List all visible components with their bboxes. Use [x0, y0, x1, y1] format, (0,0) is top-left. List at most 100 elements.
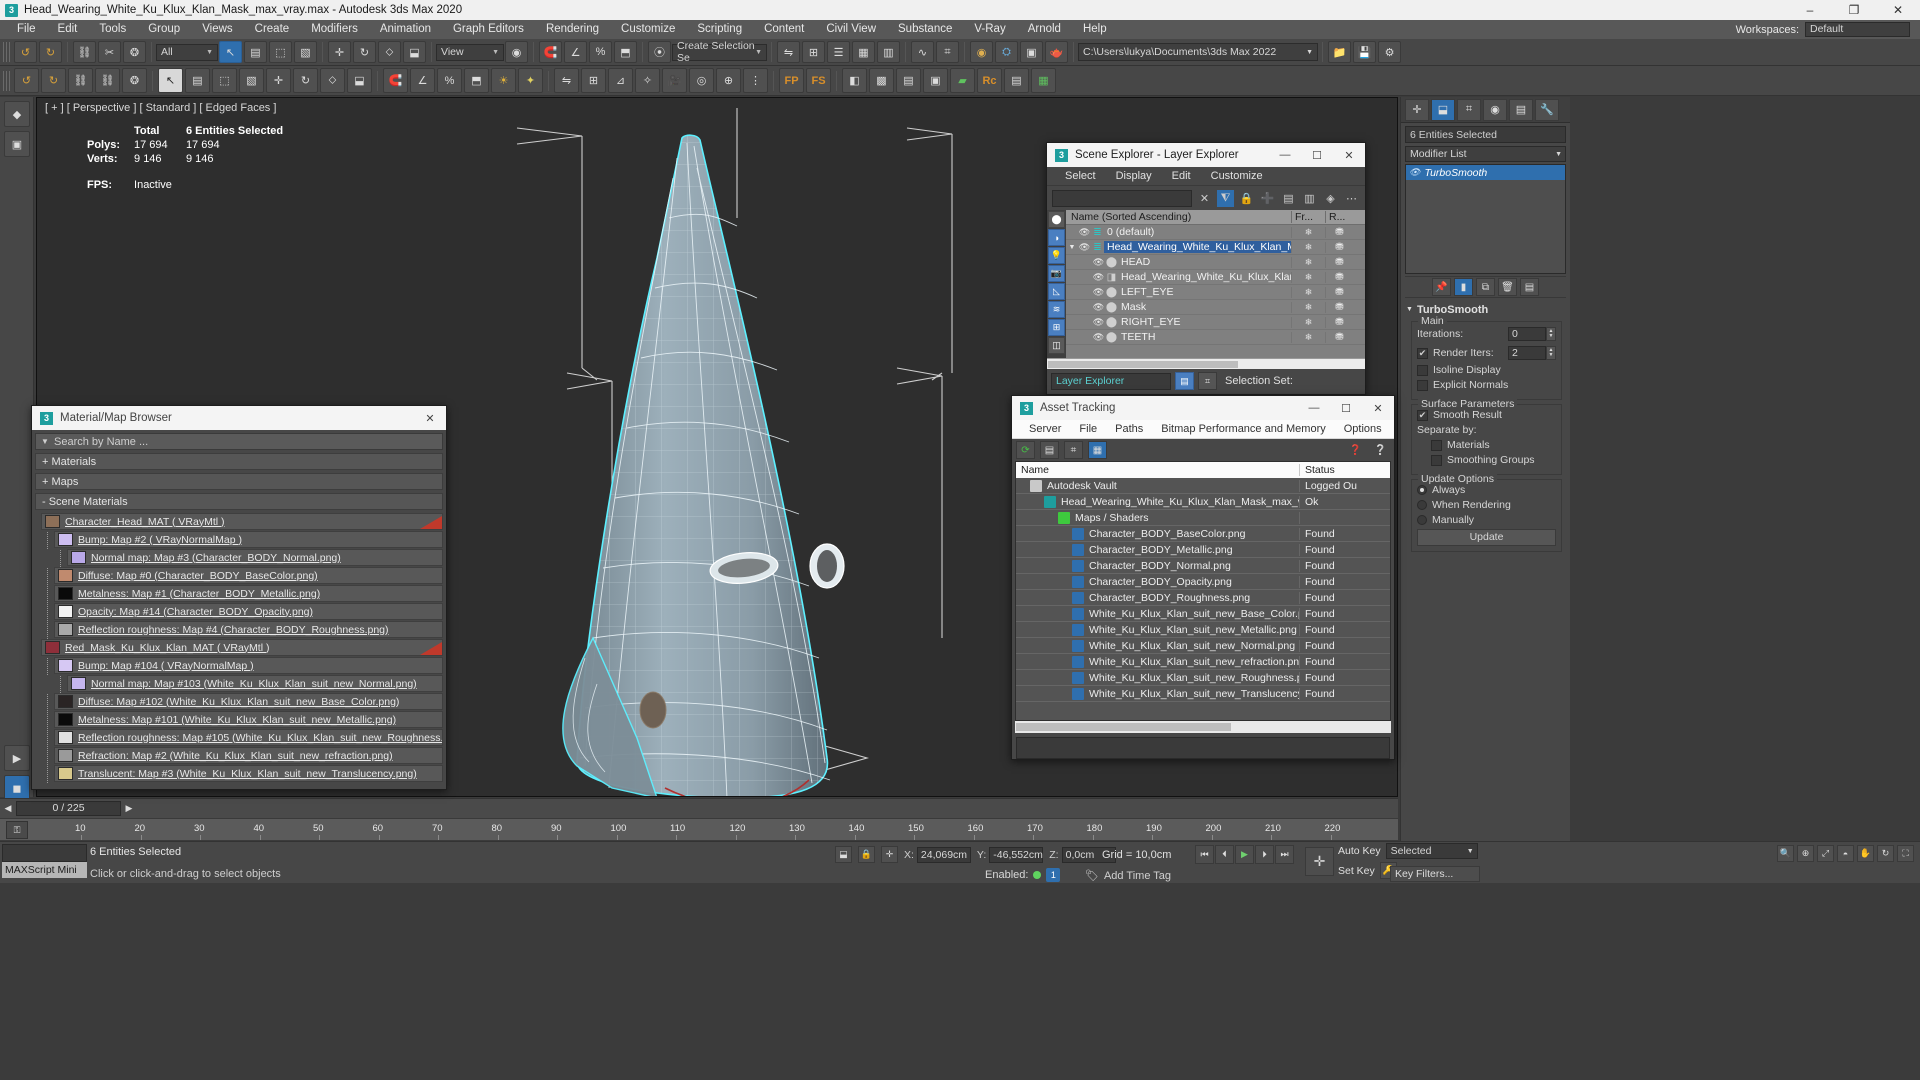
set-keys-icon[interactable]: ✛: [1305, 846, 1334, 876]
asset-tracking-row[interactable]: White_Ku_Klux_Klan_suit_new_Normal.png Fo…: [1016, 638, 1390, 654]
row-render-icon[interactable]: ⛃: [1325, 271, 1353, 283]
reference-coord-select[interactable]: View ▼: [436, 43, 504, 61]
coord-y[interactable]: Y: -46,552cm: [977, 846, 1044, 863]
tree-view-icon[interactable]: ⌗: [1064, 441, 1083, 459]
scene-explorer-header[interactable]: Name (Sorted Ascending) Fr... R...: [1066, 210, 1365, 225]
more-options-icon[interactable]: ⋯: [1343, 190, 1360, 207]
snaps2-icon[interactable]: 🧲: [383, 68, 408, 93]
help-alt-icon[interactable]: ❔: [1371, 441, 1390, 459]
scene-explorer-row[interactable]: 👁 ⬤ Mask ❄ ⛃: [1066, 300, 1365, 315]
modifier-visibility-icon[interactable]: 👁: [1409, 167, 1420, 178]
help-icon[interactable]: ❓: [1346, 441, 1365, 459]
render-production-icon[interactable]: 🫖: [1045, 41, 1068, 63]
zoom-all-icon[interactable]: ⊕: [1797, 845, 1814, 862]
filter-geometry-icon[interactable]: ⬤: [1048, 211, 1065, 228]
filter-groups-icon[interactable]: ⊞: [1048, 319, 1065, 336]
render-grid-icon[interactable]: ▦: [1031, 68, 1056, 93]
update-manually-radio[interactable]: Manually: [1417, 514, 1556, 526]
material-map-browser-window[interactable]: 3 Material/Map Browser ✕ ▼ Search by Nam…: [31, 405, 447, 790]
row-name[interactable]: TEETH: [1118, 331, 1291, 343]
asset-row-name-cell[interactable]: Character_BODY_BaseColor.png: [1016, 527, 1300, 540]
header-name[interactable]: Name (Sorted Ascending): [1066, 211, 1291, 223]
pivot-center-icon[interactable]: ◉: [505, 41, 528, 63]
zoom-icon[interactable]: 🔍: [1777, 845, 1794, 862]
show-end-result-icon[interactable]: ▮: [1454, 278, 1473, 296]
iterations-arrows-icon[interactable]: ▲ ▼: [1546, 327, 1556, 341]
lock-selection-icon[interactable]: 🔒: [858, 846, 875, 863]
asset-tracking-row[interactable]: White_Ku_Klux_Klan_suit_new_Metallic.png…: [1016, 622, 1390, 638]
toolbar-grip[interactable]: [3, 42, 10, 62]
material-tree-row[interactable]: Character_Head_MAT ( VRayMtl ): [41, 513, 443, 530]
menu-item-rendering[interactable]: Rendering: [535, 20, 610, 39]
scene-explorer-row[interactable]: 👁 ≣ 0 (default) ❄ ⛃: [1066, 225, 1365, 240]
select-name2-icon[interactable]: ▤: [185, 68, 210, 93]
render-setup-icon[interactable]: ⛭: [995, 41, 1018, 63]
asset-tracking-row[interactable]: White_Ku_Klux_Klan_suit_new_Base_Color.p…: [1016, 606, 1390, 622]
explicit-normals-checkbox[interactable]: Explicit Normals: [1417, 379, 1556, 391]
separate-materials-checkbox[interactable]: Materials: [1431, 439, 1556, 451]
asset-header-status[interactable]: Status: [1300, 464, 1390, 476]
workspace-select[interactable]: Default: [1805, 22, 1910, 37]
filter-lights-icon[interactable]: 💡: [1048, 247, 1065, 264]
row-render-icon[interactable]: ⛃: [1325, 316, 1353, 328]
render-frame-icon[interactable]: ▣: [1020, 41, 1043, 63]
render-iters-input[interactable]: [1508, 346, 1546, 360]
asset-row-name-cell[interactable]: Character_BODY_Normal.png: [1016, 559, 1300, 572]
row-expander-icon[interactable]: ▼: [1066, 244, 1078, 251]
asset-tracking-maximize-button[interactable]: ☐: [1330, 396, 1362, 420]
menu-item-civil-view[interactable]: Civil View: [815, 20, 887, 39]
update-when-rendering-radio[interactable]: When Rendering: [1417, 499, 1556, 511]
layer-manager-icon[interactable]: ▤: [1175, 372, 1194, 390]
asset-tracking-row[interactable]: Maps / Shaders: [1016, 510, 1390, 526]
asset-tracking-row[interactable]: White_Ku_Klux_Klan_suit_new_Roughness.pn…: [1016, 670, 1390, 686]
unlink-icon[interactable]: ✂: [98, 41, 121, 63]
row-visibility-icon[interactable]: 👁: [1092, 302, 1105, 313]
maxscript-input[interactable]: [2, 844, 87, 862]
percent-snap-icon[interactable]: %: [589, 41, 612, 63]
minimize-button[interactable]: –: [1788, 0, 1832, 20]
go-to-end-icon[interactable]: ⏭: [1275, 845, 1294, 864]
tab-create[interactable]: ✛: [1405, 98, 1429, 121]
undo-icon[interactable]: ↺: [14, 41, 37, 63]
group-scene-materials[interactable]: - Scene Materials: [35, 493, 443, 510]
row-visibility-icon[interactable]: 👁: [1078, 227, 1091, 238]
material-tree-row[interactable]: Red_Mask_Ku_Klux_Klan_MAT ( VRayMtl ): [41, 639, 443, 656]
asset-row-name-cell[interactable]: Maps / Shaders: [1016, 511, 1300, 524]
row-name[interactable]: Head_Wearing_White_Ku_Klux_Klan_Mask: [1118, 271, 1291, 283]
row-visibility-icon[interactable]: 👁: [1092, 332, 1105, 343]
modifier-list-select[interactable]: Modifier List ▼: [1405, 146, 1566, 162]
asset-menu-server[interactable]: Server: [1020, 420, 1070, 439]
select-scale-icon[interactable]: ⬦: [378, 41, 401, 63]
material-tree-row[interactable]: Opacity: Map #14 (Character_BODY_Opacity…: [47, 603, 443, 621]
align2-icon[interactable]: ⊞: [581, 68, 606, 93]
row-render-icon[interactable]: ⛃: [1325, 286, 1353, 298]
row-render-icon[interactable]: ⛃: [1325, 256, 1353, 268]
asset-tracking-row[interactable]: Autodesk Vault Logged Ou: [1016, 478, 1390, 494]
light-icon[interactable]: ✦: [518, 68, 543, 93]
crossing-icon[interactable]: ▧: [239, 68, 264, 93]
scene-explorer-list[interactable]: Name (Sorted Ascending) Fr... R... 👁 ≣ 0 (…: [1066, 210, 1365, 358]
orbit-icon[interactable]: ↻: [1877, 845, 1894, 862]
menu-item-group[interactable]: Group: [137, 20, 191, 39]
row-name[interactable]: RIGHT_EYE: [1118, 316, 1291, 328]
key-filters-button[interactable]: Key Filters...: [1390, 866, 1480, 882]
row-visibility-icon[interactable]: 👁: [1092, 317, 1105, 328]
field-of-view-icon[interactable]: ◓: [1837, 845, 1854, 862]
row-render-icon[interactable]: ⛃: [1325, 226, 1353, 238]
menu-item-scripting[interactable]: Scripting: [686, 20, 753, 39]
modifier-stack[interactable]: 👁 TurboSmooth: [1405, 164, 1566, 274]
window-crossing-icon[interactable]: ▧: [294, 41, 317, 63]
configure-sets-icon[interactable]: ▤: [1520, 278, 1539, 296]
asset-tracking-row[interactable]: Character_BODY_BaseColor.png Found: [1016, 526, 1390, 542]
play-animation-icon[interactable]: ▶: [1235, 845, 1254, 864]
modifier-stack-item-turbosmooth[interactable]: 👁 TurboSmooth: [1406, 165, 1565, 180]
asset-menu-bitmap-performance-and-memory[interactable]: Bitmap Performance and Memory: [1152, 420, 1334, 439]
scene-explorer-row[interactable]: ▼👁≣Head_Wearing_White_Ku_Klux_Klan_Mask❄…: [1066, 240, 1365, 255]
quick-align-icon[interactable]: ⊕: [716, 68, 741, 93]
align-view-icon[interactable]: ◎: [689, 68, 714, 93]
absolute-relative-icon[interactable]: ⬓: [835, 846, 852, 863]
set-key-label[interactable]: Set Key: [1338, 865, 1375, 877]
selection-filter-select[interactable]: All ▼: [156, 43, 218, 61]
schematic-view-icon[interactable]: ⌗: [936, 41, 959, 63]
clear-search-icon[interactable]: ✕: [1196, 190, 1213, 207]
